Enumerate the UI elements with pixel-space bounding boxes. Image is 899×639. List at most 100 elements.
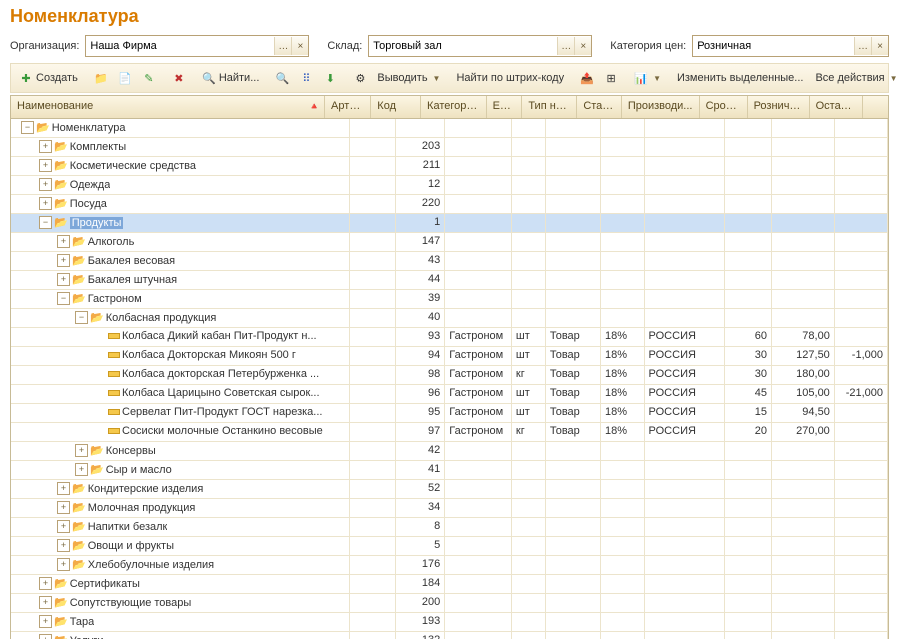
tree-item-row[interactable]: Колбаса Царицыно Советская сырок...96Гас… (11, 385, 888, 404)
grid-settings-button[interactable]: ⊞ (600, 67, 622, 89)
expand-icon[interactable]: + (57, 539, 70, 552)
move-down-button[interactable]: ⬇ (319, 67, 341, 89)
expand-icon[interactable]: + (39, 596, 52, 609)
all-actions-button[interactable]: Все действия ▼ (811, 67, 899, 89)
tree-folder-row[interactable]: +📂Овощи и фрукты5 (11, 537, 888, 556)
cell-kat: Гастроном (445, 366, 512, 384)
collapse-icon[interactable]: − (21, 121, 34, 134)
delete-button[interactable]: ✖ (168, 67, 190, 89)
col-tip[interactable]: Тип но... (522, 96, 577, 118)
katcen-clear-button[interactable]: × (871, 37, 888, 55)
expand-icon[interactable]: + (57, 520, 70, 533)
collapse-icon[interactable]: − (39, 216, 52, 229)
copy-button[interactable]: 📄 (114, 67, 136, 89)
change-selected-button[interactable]: Изменить выделенные... (673, 67, 807, 89)
tree-folder-row[interactable]: −📂Гастроном39 (11, 290, 888, 309)
cell-srok: 15 (725, 404, 772, 422)
tree-folder-row[interactable]: +📂Бакалея штучная44 (11, 271, 888, 290)
col-ed[interactable]: Ед. ... (487, 96, 523, 118)
cell-proiz (645, 119, 725, 137)
tree-folder-row[interactable]: +📂Сыр и масло41 (11, 461, 888, 480)
collapse-icon[interactable]: − (75, 311, 88, 324)
col-proiz[interactable]: Производи... (622, 96, 700, 118)
expand-icon[interactable]: + (39, 197, 52, 210)
create-button[interactable]: ✚ Создать (15, 67, 82, 89)
tree-folder-row[interactable]: +📂Услуги132 (11, 632, 888, 639)
tree-item-row[interactable]: Колбаса докторская Петербурженка ...98Га… (11, 366, 888, 385)
cell-kat (445, 119, 512, 137)
find-button[interactable]: 🔍 Найти... (198, 67, 264, 89)
tree-button[interactable]: ⠿ (295, 67, 317, 89)
expand-icon[interactable]: + (75, 463, 88, 476)
tree-item-row[interactable]: Сервелат Пит-Продукт ГОСТ нарезка...95Га… (11, 404, 888, 423)
cell-ed (512, 214, 546, 232)
tree-folder-row[interactable]: +📂Одежда12 (11, 176, 888, 195)
cell-srok: 30 (725, 347, 772, 365)
chart-button[interactable]: 📊 ▼ (630, 67, 665, 89)
collapse-icon[interactable]: − (57, 292, 70, 305)
col-kod[interactable]: Код (371, 96, 421, 118)
sklad-clear-button[interactable]: × (574, 37, 591, 55)
expand-icon[interactable]: + (57, 254, 70, 267)
output-button[interactable]: Выводить ▼ (373, 67, 444, 89)
tree-item-row[interactable]: Колбаса Дикий кабан Пит-Продукт н...93Га… (11, 328, 888, 347)
tree-folder-row[interactable]: −📂Колбасная продукция40 (11, 309, 888, 328)
col-cena[interactable]: Рознична... (748, 96, 810, 118)
row-name-label: Колбаса Докторская Микоян 500 г (122, 349, 296, 361)
tree-folder-row[interactable]: +📂Тара193 (11, 613, 888, 632)
expand-icon[interactable]: + (39, 178, 52, 191)
expand-icon[interactable]: + (75, 444, 88, 457)
expand-icon[interactable]: + (57, 273, 70, 286)
tree-folder-row[interactable]: +📂Бакалея весовая43 (11, 252, 888, 271)
col-kat[interactable]: Категория... (421, 96, 487, 118)
tree-folder-row[interactable]: +📂Хлебобулочные изделия176 (11, 556, 888, 575)
expand-icon[interactable]: + (39, 159, 52, 172)
cell-srok (725, 214, 772, 232)
cell-cena (772, 556, 835, 574)
tree-folder-row[interactable]: +📂Алкоголь147 (11, 233, 888, 252)
settings-button[interactable]: ⚙ (349, 67, 371, 89)
tree-folder-row[interactable]: −📂Номенклатура (11, 119, 888, 138)
tree-folder-row[interactable]: +📂Молочная продукция34 (11, 499, 888, 518)
col-ost[interactable]: Остаток (810, 96, 863, 118)
expand-icon[interactable]: + (39, 634, 52, 639)
tree-folder-row[interactable]: +📂Комплекты203 (11, 138, 888, 157)
grid-body[interactable]: −📂Номенклатура+📂Комплекты203+📂Косметичес… (11, 119, 888, 639)
tree-item-row[interactable]: Сосиски молочные Останкино весовые97Гаст… (11, 423, 888, 442)
tree-folder-row[interactable]: +📂Посуда220 (11, 195, 888, 214)
expand-icon[interactable]: + (39, 615, 52, 628)
sklad-select-button[interactable]: … (557, 37, 574, 55)
col-srok[interactable]: Срок ... (700, 96, 748, 118)
tree-folder-row[interactable]: +📂Сертификаты184 (11, 575, 888, 594)
expand-icon[interactable]: + (57, 501, 70, 514)
export-button[interactable]: 📤 (576, 67, 598, 89)
sklad-input[interactable] (369, 37, 557, 55)
edit-button[interactable]: ✎ (138, 67, 160, 89)
expand-icon[interactable]: + (39, 577, 52, 590)
expand-icon[interactable]: + (39, 140, 52, 153)
expand-icon[interactable]: + (57, 482, 70, 495)
tree-item-row[interactable]: Колбаса Докторская Микоян 500 г94Гастрон… (11, 347, 888, 366)
barcode-button[interactable]: Найти по штрих-коду (452, 67, 568, 89)
tree-folder-row[interactable]: +📂Консервы42 (11, 442, 888, 461)
new-folder-button[interactable]: 📁 (90, 67, 112, 89)
expand-icon[interactable]: + (57, 235, 70, 248)
org-select-button[interactable]: … (274, 37, 291, 55)
katcen-select-button[interactable]: … (854, 37, 871, 55)
katcen-input[interactable] (693, 37, 854, 55)
col-stav[interactable]: Став... (577, 96, 622, 118)
cell-cena (772, 537, 835, 555)
col-name[interactable]: Наименование🔺 (11, 96, 325, 118)
tree-folder-row[interactable]: +📂Кондитерские изделия52 (11, 480, 888, 499)
org-input[interactable] (86, 37, 274, 55)
tree-folder-row[interactable]: −📂Продукты1 (11, 214, 888, 233)
tree-folder-row[interactable]: +📂Косметические средства211 (11, 157, 888, 176)
tree-folder-row[interactable]: +📂Напитки безалк8 (11, 518, 888, 537)
clear-filter-button[interactable]: 🔍 (271, 67, 293, 89)
cell-kat (445, 499, 512, 517)
expand-icon[interactable]: + (57, 558, 70, 571)
tree-folder-row[interactable]: +📂Сопутствующие товары200 (11, 594, 888, 613)
tree-icon: ⠿ (299, 71, 313, 85)
col-art[interactable]: Арти... (325, 96, 371, 118)
org-clear-button[interactable]: × (291, 37, 308, 55)
